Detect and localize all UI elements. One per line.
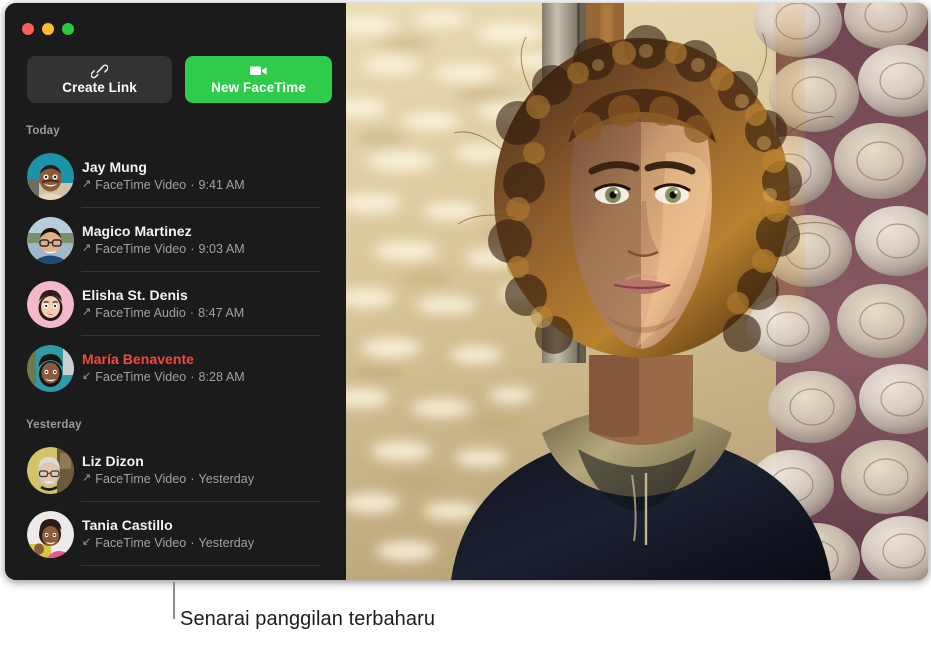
link-icon	[90, 64, 109, 79]
close-button[interactable]	[22, 23, 34, 35]
call-time: 9:03 AM	[198, 241, 245, 256]
call-row-jay-mung[interactable]: Jay Mung ↗ FaceTime Video · 9:41 AM	[5, 144, 346, 208]
call-row-magico-martinez[interactable]: Magico Martinez ↗ FaceTime Video · 9:03 …	[5, 208, 346, 272]
contact-name: Magico Martinez	[82, 223, 192, 240]
section-header-yesterday: Yesterday	[26, 419, 82, 431]
meta-separator: ·	[190, 471, 195, 486]
meta-separator: ·	[190, 369, 195, 384]
meta-separator: ·	[190, 177, 195, 192]
call-row-tania-castillo[interactable]: Tania Castillo ↙ FaceTime Video · Yester…	[5, 502, 346, 566]
contact-name: Liz Dizon	[82, 453, 144, 470]
contact-name: María Benavente	[82, 351, 195, 368]
call-row-text: Elisha St. Denis ↗ FaceTime Audio · 8:47…	[82, 287, 244, 320]
new-facetime-button[interactable]: New FaceTime	[185, 56, 332, 103]
create-link-button[interactable]: Create Link	[27, 56, 172, 103]
toolbar: Create Link New FaceTime	[5, 56, 346, 103]
meta-separator: ·	[190, 535, 195, 550]
meta-separator: ·	[189, 305, 195, 320]
call-meta: ↗ FaceTime Video · 9:41 AM	[82, 178, 245, 192]
call-meta: ↗ FaceTime Video · 9:03 AM	[82, 242, 245, 256]
screenshot-root: Create Link New FaceTime Today Jay Mung …	[0, 0, 931, 646]
avatar	[27, 510, 74, 558]
contact-name: Jay Mung	[82, 159, 147, 176]
create-link-label: Create Link	[62, 80, 137, 96]
window-controls	[22, 23, 74, 35]
contact-name: Elisha St. Denis	[82, 287, 188, 304]
new-facetime-label: New FaceTime	[211, 80, 306, 96]
call-row-text: Tania Castillo ↙ FaceTime Video · Yester…	[82, 517, 254, 550]
sidebar: Create Link New FaceTime Today Jay Mung …	[5, 3, 346, 580]
call-kind: FaceTime Audio	[95, 305, 186, 320]
call-meta: ↙ FaceTime Video · 8:28 AM	[82, 370, 245, 384]
minimize-button[interactable]	[42, 23, 54, 35]
call-time: 8:28 AM	[198, 369, 245, 384]
recent-calls-list[interactable]: Today Jay Mung ↗ FaceTime Video · 9:41 A…	[5, 119, 346, 580]
avatar	[27, 152, 74, 200]
call-time: 9:41 AM	[198, 177, 245, 192]
outgoing-call-arrow-icon: ↗	[82, 242, 92, 255]
facetime-video-pane[interactable]	[346, 3, 928, 580]
call-row-maria-benavente[interactable]: María Benavente ↙ FaceTime Video · 8:28 …	[5, 336, 346, 400]
call-meta: ↗ FaceTime Audio · 8:47 AM	[82, 306, 244, 320]
video-camera-icon	[249, 64, 269, 79]
call-time: Yesterday	[198, 535, 255, 550]
outgoing-call-arrow-icon: ↗	[82, 306, 92, 319]
call-kind: FaceTime Video	[95, 369, 187, 384]
call-row-text: Magico Martinez ↗ FaceTime Video · 9:03 …	[82, 223, 245, 256]
video-feed	[346, 3, 928, 580]
outgoing-call-arrow-icon: ↗	[82, 178, 92, 191]
call-row-liz-dizon[interactable]: Liz Dizon ↗ FaceTime Video · Yesterday	[5, 438, 346, 502]
call-kind: FaceTime Video	[95, 177, 187, 192]
call-time: Yesterday	[198, 471, 255, 486]
section-header-today: Today	[26, 125, 60, 137]
avatar	[27, 280, 74, 328]
avatar	[27, 446, 74, 494]
facetime-window: Create Link New FaceTime Today Jay Mung …	[5, 3, 928, 580]
call-row-elisha-st-denis[interactable]: Elisha St. Denis ↗ FaceTime Audio · 8:47…	[5, 272, 346, 336]
call-row-text: María Benavente ↙ FaceTime Video · 8:28 …	[82, 351, 245, 384]
avatar	[27, 216, 74, 264]
call-meta: ↙ FaceTime Video · Yesterday	[82, 536, 254, 550]
meta-separator: ·	[190, 241, 195, 256]
callout-leader-line	[173, 582, 175, 619]
contact-name: Tania Castillo	[82, 517, 173, 534]
call-row-text: Liz Dizon ↗ FaceTime Video · Yesterday	[82, 453, 254, 486]
callout-caption: Senarai panggilan terbaharu	[180, 608, 436, 630]
zoom-button[interactable]	[62, 23, 74, 35]
call-kind: FaceTime Video	[95, 471, 187, 486]
incoming-call-arrow-icon: ↙	[82, 370, 92, 383]
call-meta: ↗ FaceTime Video · Yesterday	[82, 472, 254, 486]
outgoing-call-arrow-icon: ↗	[82, 472, 92, 485]
incoming-call-arrow-icon: ↙	[82, 536, 92, 549]
avatar	[27, 344, 74, 392]
call-row-text: Jay Mung ↗ FaceTime Video · 9:41 AM	[82, 159, 245, 192]
call-kind: FaceTime Video	[95, 535, 187, 550]
call-time: 8:47 AM	[198, 305, 245, 320]
call-kind: FaceTime Video	[95, 241, 187, 256]
